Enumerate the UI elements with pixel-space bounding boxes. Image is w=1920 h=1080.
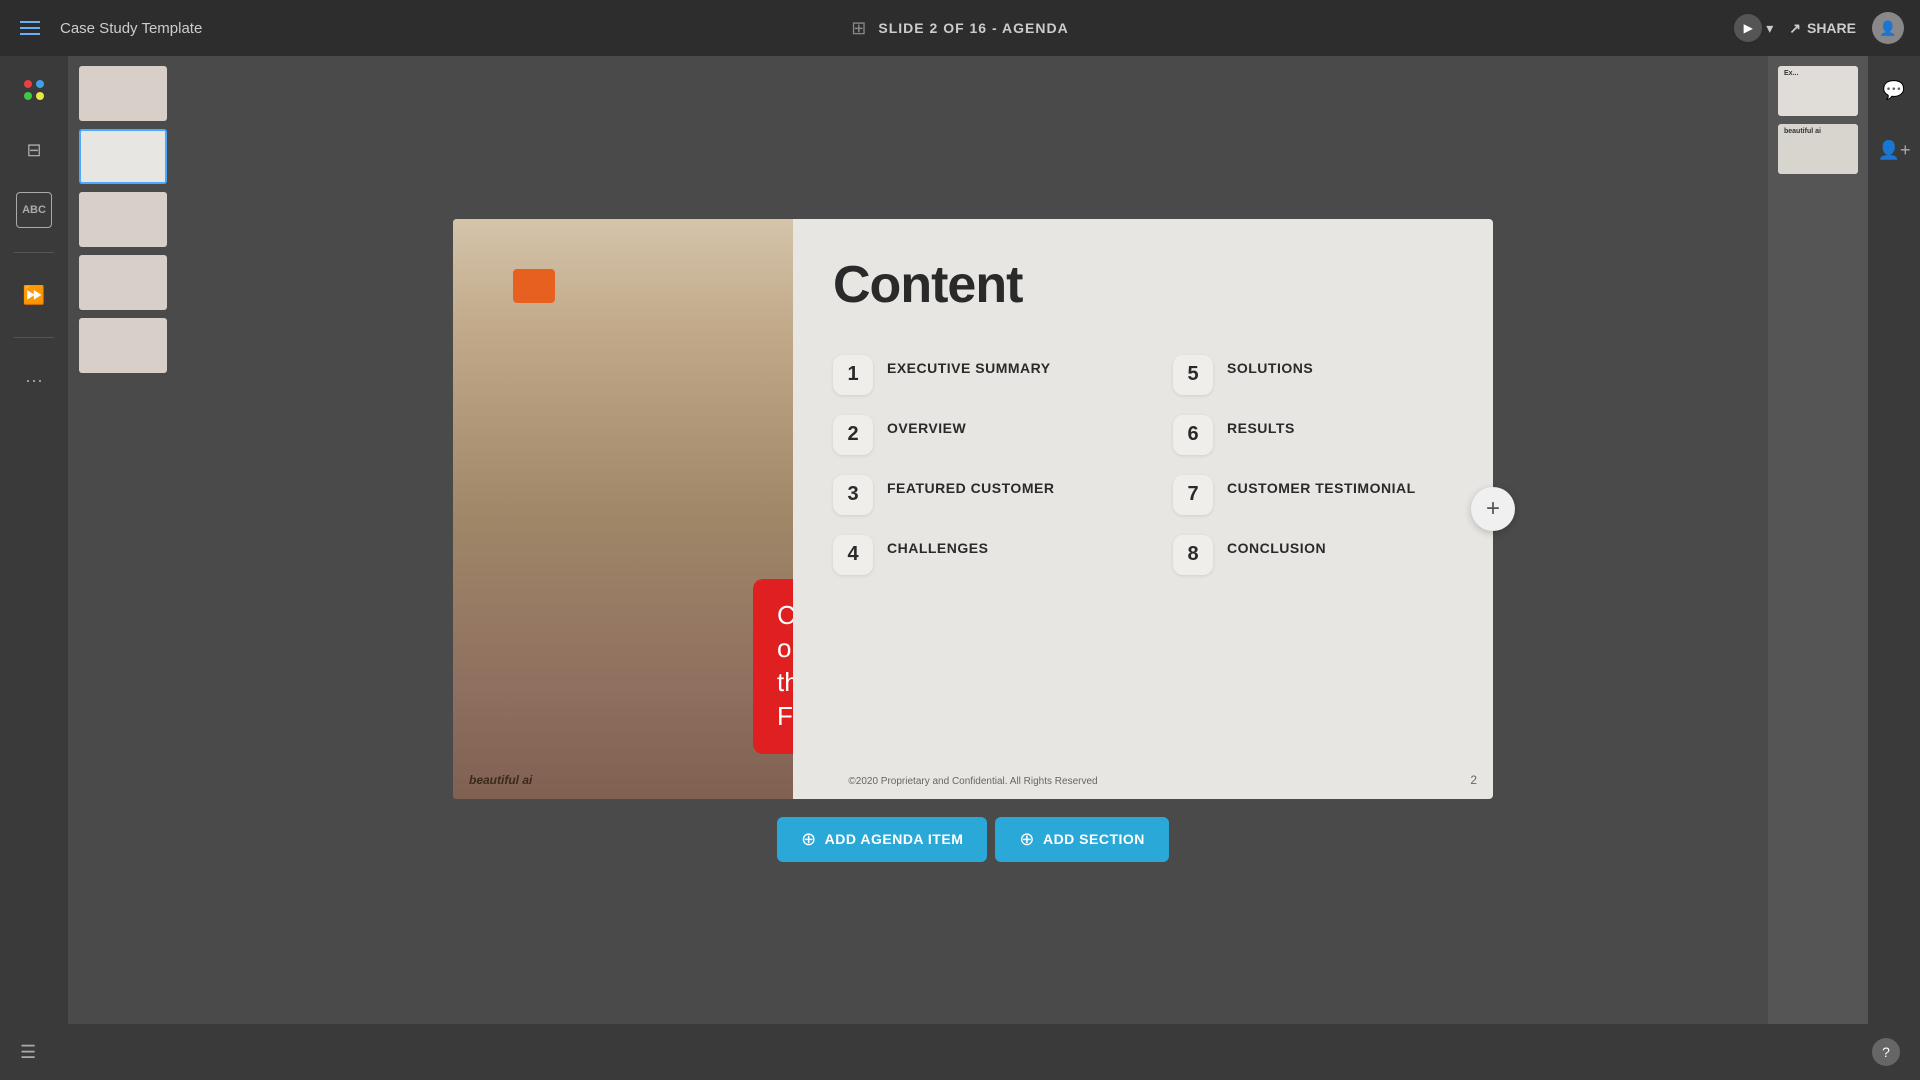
left-sidebar: ⊟ ABC ⏩ ··· bbox=[0, 56, 68, 1024]
slide[interactable]: beautiful ai Click onthe Footer Content … bbox=[453, 219, 1493, 799]
play-dropdown-icon: ▾ bbox=[1766, 20, 1773, 37]
grid-icon: ⊞ bbox=[851, 18, 866, 39]
top-bar: Case Study Template ⊞ SLIDE 2 OF 16 - AG… bbox=[0, 0, 1920, 56]
share-button[interactable]: ↗ SHARE bbox=[1789, 20, 1856, 37]
right-preview-panel: Ex... beautiful ai bbox=[1768, 56, 1868, 1024]
main-layout: ⊟ ABC ⏩ ··· beautiful ai bbox=[0, 56, 1920, 1024]
sidebar-icon-fastforward[interactable]: ⏩ bbox=[16, 277, 52, 313]
image-overlay-box bbox=[513, 269, 555, 303]
play-button[interactable]: ▶ ▾ bbox=[1734, 14, 1773, 42]
help-icon[interactable]: ? bbox=[1872, 1038, 1900, 1066]
bottom-bar: ☰ ? bbox=[0, 1024, 1920, 1080]
agenda-item-4: 4 CHALLENGES bbox=[833, 535, 1113, 575]
plus-icon-section: ⊕ bbox=[1019, 829, 1035, 850]
agenda-number-3: 3 bbox=[833, 475, 873, 515]
preview-thumb-label-2: beautiful ai bbox=[1784, 128, 1821, 135]
plus-icon-agenda: ⊕ bbox=[801, 829, 817, 850]
sidebar-icon-text[interactable]: ABC bbox=[16, 192, 52, 228]
agenda-item-3: 3 FEATURED CUSTOMER bbox=[833, 475, 1113, 515]
bottom-bar-right: ? bbox=[1872, 1038, 1900, 1066]
agenda-number-8: 8 bbox=[1173, 535, 1213, 575]
app-title: Case Study Template bbox=[60, 20, 202, 37]
agenda-text-1: EXECUTIVE SUMMARY bbox=[887, 355, 1051, 377]
slide-thumb-5[interactable] bbox=[79, 318, 167, 373]
slides-panel bbox=[68, 56, 178, 1024]
agenda-text-4: CHALLENGES bbox=[887, 535, 988, 557]
agenda-number-6: 6 bbox=[1173, 415, 1213, 455]
agenda-item-7: 7 CUSTOMER TESTIMONIAL bbox=[1173, 475, 1453, 515]
watermark: beautiful ai bbox=[469, 773, 532, 787]
right-sidebar: 💬 👤+ bbox=[1868, 56, 1920, 1024]
agenda-number-1: 1 bbox=[833, 355, 873, 395]
slide-content-section: Content 1 EXECUTIVE SUMMARY 5 SOLUTIONS … bbox=[793, 219, 1493, 799]
slide-page-number: 2 bbox=[1470, 773, 1477, 787]
top-bar-center: ⊞ SLIDE 2 OF 16 - AGENDA bbox=[851, 18, 1068, 39]
play-icon: ▶ bbox=[1734, 14, 1762, 42]
sidebar-icon-colorpicker[interactable] bbox=[16, 72, 52, 108]
add-agenda-item-label: ADD AGENDA ITEM bbox=[825, 831, 964, 847]
slide-image-section: beautiful ai Click onthe Footer bbox=[453, 219, 793, 799]
sidebar-divider bbox=[14, 252, 54, 253]
bottom-buttons: ⊕ ADD AGENDA ITEM ⊕ ADD SECTION bbox=[777, 817, 1169, 862]
agenda-text-2: OVERVIEW bbox=[887, 415, 966, 437]
slide-label: SLIDE 2 OF 16 - AGENDA bbox=[878, 20, 1068, 36]
agenda-item-5: 5 SOLUTIONS bbox=[1173, 355, 1453, 395]
agenda-item-6: 6 RESULTS bbox=[1173, 415, 1453, 455]
share-label: SHARE bbox=[1807, 20, 1856, 36]
slide-thumb-2[interactable] bbox=[79, 129, 167, 184]
agenda-text-7: CUSTOMER TESTIMONIAL bbox=[1227, 475, 1416, 497]
menu-icon[interactable] bbox=[16, 17, 44, 39]
preview-thumb-1[interactable]: Ex... bbox=[1778, 66, 1858, 116]
agenda-number-4: 4 bbox=[833, 535, 873, 575]
agenda-text-5: SOLUTIONS bbox=[1227, 355, 1313, 377]
sidebar-icon-more[interactable]: ··· bbox=[16, 362, 52, 398]
content-area: beautiful ai Click onthe Footer Content … bbox=[178, 56, 1768, 1024]
agenda-text-3: FEATURED CUSTOMER bbox=[887, 475, 1054, 497]
agenda-grid: 1 EXECUTIVE SUMMARY 5 SOLUTIONS 2 OVERVI… bbox=[833, 355, 1453, 575]
agenda-item-2: 2 OVERVIEW bbox=[833, 415, 1113, 455]
avatar[interactable]: 👤 bbox=[1872, 12, 1904, 44]
top-bar-right: ▶ ▾ ↗ SHARE 👤 bbox=[1734, 12, 1904, 44]
agenda-number-2: 2 bbox=[833, 415, 873, 455]
agenda-item-8: 8 CONCLUSION bbox=[1173, 535, 1453, 575]
agenda-item-1: 1 EXECUTIVE SUMMARY bbox=[833, 355, 1113, 395]
add-section-button[interactable]: ⊕ ADD SECTION bbox=[995, 817, 1169, 862]
callout-tooltip[interactable]: Click onthe Footer bbox=[753, 579, 793, 754]
share-icon: ↗ bbox=[1789, 20, 1801, 37]
slide-thumb-3[interactable] bbox=[79, 192, 167, 247]
sidebar-divider-2 bbox=[14, 337, 54, 338]
slide-thumb-1[interactable] bbox=[79, 66, 167, 121]
agenda-number-5: 5 bbox=[1173, 355, 1213, 395]
right-sidebar-user-icon[interactable]: 👤+ bbox=[1876, 132, 1912, 168]
slide-title: Content bbox=[833, 255, 1453, 315]
slide-image-bg bbox=[453, 219, 793, 799]
bottom-list-icon[interactable]: ☰ bbox=[20, 1042, 36, 1063]
agenda-text-8: CONCLUSION bbox=[1227, 535, 1326, 557]
agenda-number-7: 7 bbox=[1173, 475, 1213, 515]
add-section-label: ADD SECTION bbox=[1043, 831, 1145, 847]
agenda-text-6: RESULTS bbox=[1227, 415, 1295, 437]
add-agenda-item-button[interactable]: ⊕ ADD AGENDA ITEM bbox=[777, 817, 987, 862]
person-photo bbox=[453, 219, 793, 799]
right-sidebar-chat-icon[interactable]: 💬 bbox=[1876, 72, 1912, 108]
slide-thumb-4[interactable] bbox=[79, 255, 167, 310]
preview-thumb-label: Ex... bbox=[1784, 70, 1798, 77]
sidebar-icon-layout[interactable]: ⊟ bbox=[16, 132, 52, 168]
preview-thumb-2[interactable]: beautiful ai bbox=[1778, 124, 1858, 174]
slide-wrapper: beautiful ai Click onthe Footer Content … bbox=[453, 219, 1493, 799]
callout-text: Click onthe Footer bbox=[777, 600, 793, 731]
slide-add-button[interactable]: + bbox=[1471, 487, 1515, 531]
slide-footer[interactable]: ©2020 Proprietary and Confidential. All … bbox=[848, 776, 1097, 787]
